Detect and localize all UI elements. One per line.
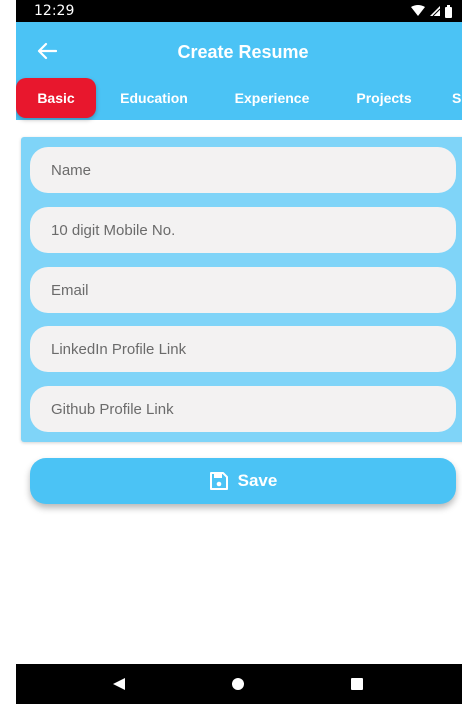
nav-recents-button[interactable] bbox=[337, 664, 377, 704]
tab-experience[interactable]: Experience bbox=[224, 78, 320, 118]
home-circle-icon bbox=[232, 678, 244, 690]
tab-label: Education bbox=[120, 90, 188, 106]
status-bar: 12:29 bbox=[16, 0, 462, 22]
mobile-field[interactable] bbox=[30, 207, 456, 253]
battery-icon bbox=[445, 4, 452, 18]
tab-bar: Basic Education Experience Projects S bbox=[16, 78, 462, 118]
tab-label: S bbox=[452, 90, 462, 106]
tab-label: Basic bbox=[37, 90, 75, 106]
tab-label: Experience bbox=[234, 90, 310, 106]
tab-skills[interactable]: S bbox=[452, 78, 462, 118]
floppy-disk-icon bbox=[209, 472, 228, 490]
basic-info-form bbox=[21, 137, 462, 442]
name-field[interactable] bbox=[30, 147, 456, 193]
tab-label: Projects bbox=[356, 90, 412, 106]
save-label: Save bbox=[237, 471, 278, 490]
phone-screen: 12:29 Create Resume Basic Education Expe… bbox=[16, 0, 462, 704]
app-bar: Create Resume Basic Education Experience… bbox=[16, 22, 462, 120]
github-field[interactable] bbox=[30, 386, 456, 432]
tab-basic[interactable]: Basic bbox=[16, 78, 96, 118]
nav-back-button[interactable] bbox=[99, 664, 139, 704]
wifi-icon bbox=[411, 5, 425, 16]
back-triangle-icon bbox=[113, 678, 125, 690]
email-field[interactable] bbox=[30, 267, 456, 313]
arrow-left-icon bbox=[37, 42, 57, 60]
tab-education[interactable]: Education bbox=[110, 78, 198, 118]
cell-signal-icon bbox=[430, 6, 440, 16]
system-nav-bar bbox=[16, 664, 462, 704]
back-button[interactable] bbox=[34, 38, 60, 64]
save-button[interactable]: Save bbox=[30, 458, 456, 504]
status-icons bbox=[411, 4, 452, 18]
title-row: Create Resume bbox=[16, 22, 462, 82]
linkedin-field[interactable] bbox=[30, 326, 456, 372]
tab-projects[interactable]: Projects bbox=[346, 78, 422, 118]
page-title: Create Resume bbox=[177, 41, 309, 62]
nav-home-button[interactable] bbox=[218, 664, 258, 704]
recents-square-icon bbox=[351, 678, 363, 690]
status-time: 12:29 bbox=[34, 3, 75, 19]
